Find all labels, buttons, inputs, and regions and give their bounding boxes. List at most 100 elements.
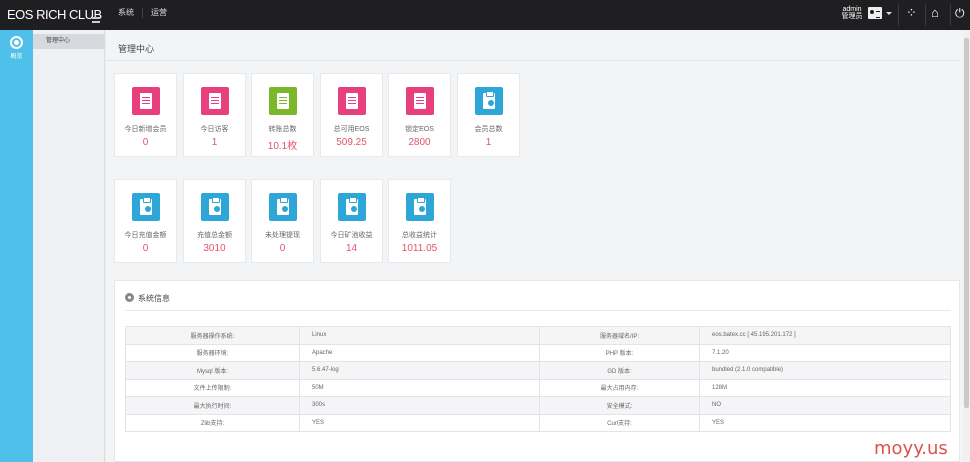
clipboard-check-icon (132, 193, 160, 221)
table-value: eos.batex.cc [ 45.195.201.172 ] (699, 326, 951, 345)
page-title: 管理中心 (118, 44, 155, 54)
table-value: 7.1.20 (699, 343, 951, 362)
table-row: 服务器操作系统: Linux 服务器域名/IP: eos.batex.cc [ … (125, 326, 951, 345)
stat-card[interactable]: 充值总金额 3010 (183, 179, 246, 263)
divider (125, 310, 951, 311)
stat-value: 1 (211, 137, 218, 148)
nav-item-operation[interactable]: 运营 (143, 8, 175, 18)
main-content: 管理中心 今日新增会员 0 今日访客 1 转账总数 10.1枚 总可用EOS 5… (106, 30, 970, 462)
stat-value: 0 (142, 137, 149, 148)
stat-value: 509.25 (336, 137, 367, 148)
stat-card[interactable]: 总可用EOS 509.25 (320, 73, 383, 157)
table-value: 300s (299, 396, 540, 415)
table-value: 5.6.47-log (299, 361, 540, 380)
stat-value: 14 (345, 243, 358, 254)
divider (106, 60, 960, 61)
submenu: 管理中心 (33, 30, 105, 462)
panel-title: 系统信息 (125, 293, 170, 304)
stat-value: 0 (142, 243, 149, 254)
chevron-down-icon[interactable] (886, 12, 892, 15)
admin-user[interactable]: admin 管理员 (840, 6, 864, 20)
stat-label: 今日新增会员 (124, 126, 167, 133)
document-icon (201, 87, 229, 115)
table-key: 服务器域名/IP: (539, 326, 700, 345)
stat-label: 今日访客 (200, 126, 229, 133)
clipboard-check-icon (338, 193, 366, 221)
scrollbar-thumb[interactable] (964, 38, 969, 408)
table-key: 最大占用内存: (539, 378, 700, 397)
table-value: YES (299, 413, 540, 432)
clipboard-check-icon (406, 193, 434, 221)
home-icon[interactable]: ⌂ (931, 6, 939, 20)
settings-dots-icon[interactable]: ⁘ (906, 6, 917, 20)
sidebar-item-overview[interactable]: 概览 (0, 34, 33, 62)
stat-label: 今日矿池收益 (330, 232, 373, 239)
stat-card[interactable]: 总收益统计 1011.05 (388, 179, 451, 263)
stat-card[interactable]: 会员总数 1 (457, 73, 520, 157)
stat-label: 总可用EOS (333, 126, 370, 133)
table-row: 文件上传限制: 50M 最大占用内存: 128M (125, 378, 951, 397)
table-value: NO (699, 396, 951, 415)
table-key: PHP 版本: (539, 343, 700, 362)
stat-card[interactable]: 转账总数 10.1枚 (251, 73, 314, 157)
id-card-icon[interactable] (868, 7, 882, 19)
table-key: 安全模式: (539, 396, 700, 415)
stat-label: 转账总数 (268, 126, 297, 133)
stat-label: 锁定EOS (405, 126, 434, 133)
stat-label: 今日充值金额 (124, 232, 167, 239)
table-row: 服务器环境: Apache PHP 版本: 7.1.20 (125, 343, 951, 362)
panel-title-text: 系统信息 (138, 294, 170, 303)
top-nav: 系统 运营 (110, 8, 175, 18)
clipboard-check-icon (201, 193, 229, 221)
stat-value: 10.1枚 (267, 141, 298, 152)
nav-item-system[interactable]: 系统 (110, 8, 143, 18)
table-key: 文件上传限制: (125, 378, 300, 397)
stat-value: 1 (485, 137, 492, 148)
stat-card[interactable]: 今日矿池收益 14 (320, 179, 383, 263)
sidebar: 概览 (0, 30, 33, 462)
document-icon (406, 87, 434, 115)
divider (925, 4, 926, 26)
power-icon[interactable]: ⏻ (955, 6, 965, 20)
stat-card[interactable]: 未处理提现 0 (251, 179, 314, 263)
stat-card[interactable]: 今日访客 1 (183, 73, 246, 157)
table-value: Apache (299, 343, 540, 362)
table-row: Zlib支持: YES Curl支持: YES (125, 413, 951, 432)
stat-label: 总收益统计 (402, 232, 437, 239)
stat-value: 1011.05 (401, 243, 438, 254)
stat-card[interactable]: 今日充值金额 0 (114, 179, 177, 263)
document-icon (132, 87, 160, 115)
admin-name: admin (842, 6, 862, 13)
stat-label: 充值总金额 (197, 232, 232, 239)
dashboard-icon (10, 36, 23, 49)
table-value: Linux (299, 326, 540, 345)
stat-label: 未处理提现 (265, 232, 300, 239)
table-key: Zlib支持: (125, 413, 300, 432)
system-info-panel: 系统信息 服务器操作系统: Linux 服务器域名/IP: eos.batex.… (114, 280, 960, 462)
menu-toggle-icon[interactable] (92, 17, 100, 23)
stat-card[interactable]: 锁定EOS 2800 (388, 73, 451, 157)
sidebar-item-label: 概览 (10, 54, 23, 60)
table-row: Mysql 版本: 5.6.47-log GD 版本: bundled (2.1… (125, 361, 951, 380)
top-navbar: EOS RICH CLUB 系统 运营 admin 管理员 ⁘ ⌂ ⏻ (0, 0, 970, 30)
table-value: 128M (699, 378, 951, 397)
table-value: YES (699, 413, 951, 432)
clipboard-check-icon (269, 193, 297, 221)
table-row: 最大执行时间: 300s 安全模式: NO (125, 396, 951, 415)
stat-card[interactable]: 今日新增会员 0 (114, 73, 177, 157)
stat-value: 2800 (408, 137, 431, 148)
table-key: 服务器操作系统: (125, 326, 300, 345)
admin-role: 管理员 (841, 13, 863, 20)
table-key: 服务器环境: (125, 343, 300, 362)
notebook-icon (269, 87, 297, 115)
document-icon (338, 87, 366, 115)
table-key: Mysql 版本: (125, 361, 300, 380)
watermark: moyy.us (874, 438, 948, 459)
submenu-item-admin-center[interactable]: 管理中心 (33, 34, 105, 49)
clipboard-check-icon (475, 87, 503, 115)
stat-value: 0 (279, 243, 286, 254)
system-info-table: 服务器操作系统: Linux 服务器域名/IP: eos.batex.cc [ … (125, 326, 951, 432)
scrollbar[interactable] (963, 30, 970, 462)
brand-logo-text[interactable]: EOS RICH CLUB (7, 7, 102, 22)
table-key: 最大执行时间: (125, 396, 300, 415)
